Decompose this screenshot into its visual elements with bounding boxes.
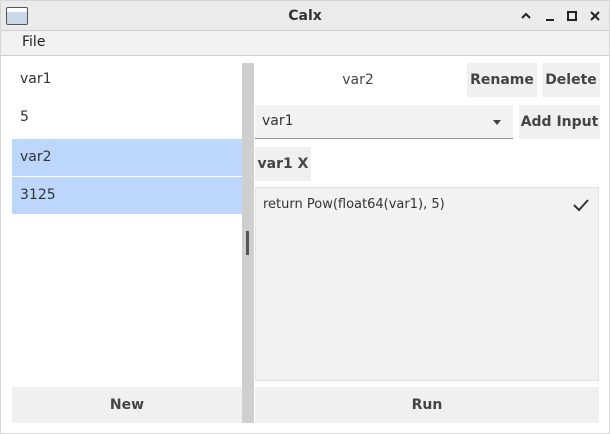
- input-select-value: var1: [262, 113, 294, 129]
- close-button[interactable]: [586, 7, 604, 25]
- list-item-var2-name[interactable]: var2: [12, 139, 242, 176]
- variable-list: var1 5 var2 3125: [12, 61, 242, 383]
- app-window: Calx File var1 5 var2 3125 New var2 Rena…: [0, 0, 610, 434]
- minimize-button[interactable]: [541, 7, 559, 25]
- input-select[interactable]: var1: [255, 105, 513, 139]
- maximize-button[interactable]: [563, 7, 581, 25]
- code-text: return Pow(float64(var1), 5): [263, 197, 445, 212]
- delete-button[interactable]: Delete: [542, 63, 600, 97]
- dropdown-arrow-icon: [493, 120, 501, 125]
- list-item-var1-name[interactable]: var1: [12, 61, 242, 98]
- split-divider[interactable]: [242, 63, 254, 423]
- chevron-up-icon: [521, 12, 531, 19]
- variable-name-label: var2: [342, 72, 374, 88]
- list-item-var1-value[interactable]: 5: [12, 99, 242, 136]
- menu-bar: File: [1, 31, 609, 56]
- run-button[interactable]: Run: [255, 387, 599, 423]
- split-handle[interactable]: [246, 231, 249, 255]
- restore-button[interactable]: [517, 7, 535, 25]
- minimize-icon: [546, 19, 554, 21]
- check-icon: [573, 199, 589, 212]
- maximize-icon: [567, 11, 577, 21]
- code-editor[interactable]: return Pow(float64(var1), 5): [255, 187, 599, 381]
- close-icon: [590, 11, 600, 21]
- title-bar: Calx: [1, 1, 609, 31]
- menu-file[interactable]: File: [22, 34, 45, 50]
- new-button[interactable]: New: [12, 387, 242, 423]
- input-tag-button[interactable]: var1 X: [255, 147, 311, 181]
- add-input-button[interactable]: Add Input: [519, 105, 600, 139]
- rename-button[interactable]: Rename: [467, 63, 537, 97]
- list-item-var2-value[interactable]: 3125: [12, 177, 242, 214]
